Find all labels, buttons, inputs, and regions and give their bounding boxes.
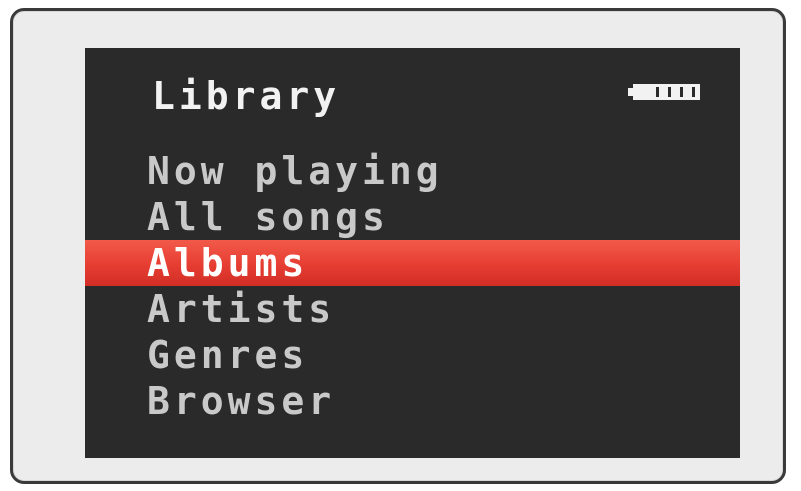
screen-title: Library: [152, 74, 341, 118]
menu-item-all-songs[interactable]: All songs: [85, 194, 740, 240]
menu-item-artists[interactable]: Artists: [85, 286, 740, 332]
battery-icon: [628, 84, 700, 100]
menu-item-genres[interactable]: Genres: [85, 332, 740, 378]
device-screen: Library Now playing All songs Albums Art…: [85, 48, 740, 458]
library-menu: Now playing All songs Albums Artists Gen…: [85, 148, 740, 424]
menu-item-albums[interactable]: Albums: [85, 240, 740, 286]
menu-item-now-playing[interactable]: Now playing: [85, 148, 740, 194]
device-bezel: Library Now playing All songs Albums Art…: [10, 8, 786, 484]
menu-item-browser[interactable]: Browser: [85, 378, 740, 424]
